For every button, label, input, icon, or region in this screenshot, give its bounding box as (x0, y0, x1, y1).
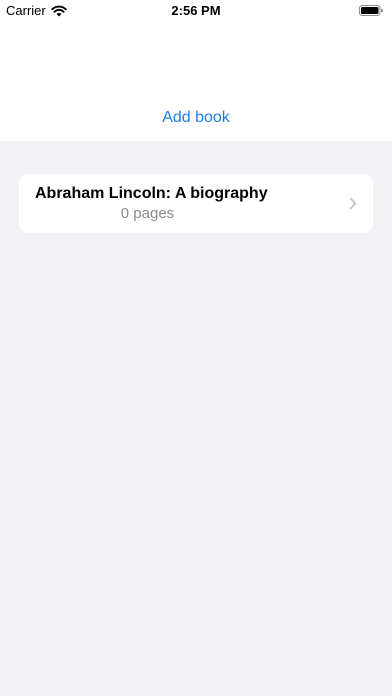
app-screen: Carrier 2:56 PM Add book Abraham Lincoln… (0, 0, 392, 696)
book-title: Abraham Lincoln: A biography (35, 185, 268, 202)
chevron-right-icon (349, 197, 357, 210)
header-area: Carrier 2:56 PM Add book (0, 0, 392, 141)
status-bar: Carrier 2:56 PM (0, 0, 392, 22)
status-time: 2:56 PM (171, 3, 221, 18)
battery-icon (359, 5, 383, 16)
book-page-count: 0 pages (120, 205, 175, 222)
add-book-button[interactable]: Add book (0, 109, 392, 127)
book-list-item[interactable]: Abraham Lincoln: A biography 0 pages (19, 174, 373, 233)
